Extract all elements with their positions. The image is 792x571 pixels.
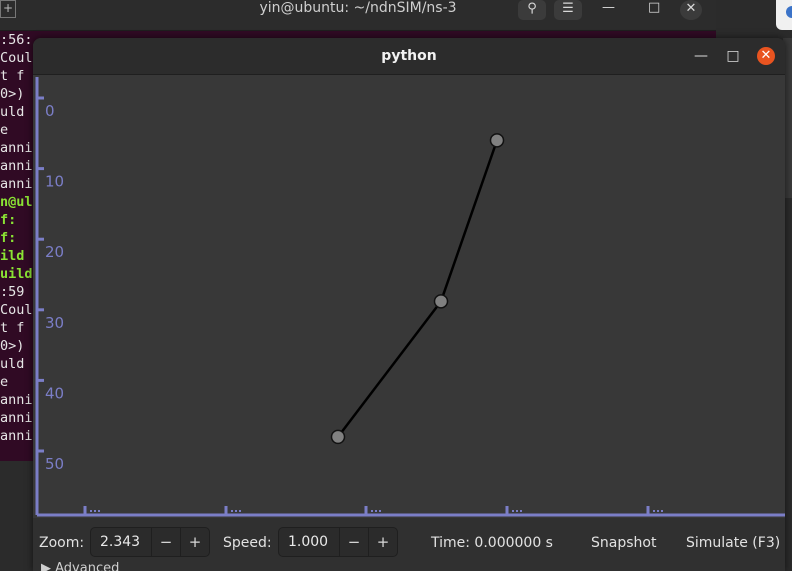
terminal-line: anni: [0, 140, 33, 156]
maximize-icon[interactable]: □: [648, 0, 660, 16]
terminal-line: ild: [0, 248, 25, 264]
zoom-value[interactable]: 2.343: [100, 528, 140, 556]
maximize-icon[interactable]: □: [723, 38, 743, 74]
terminal-titlebar: + yin@ubuntu: ~/ndnSIM/ns-3 ⚲ ☰ — □ ✕: [0, 0, 716, 31]
node: [330, 429, 346, 445]
y-tick-label: 50: [45, 455, 64, 473]
minimize-icon[interactable]: —: [602, 0, 615, 16]
y-tick-label: 20: [45, 243, 64, 261]
app-window-edge: [776, 0, 792, 30]
terminal-line: t f: [0, 68, 25, 84]
python-window: python — □ ✕ 0 10 20 30 40 50 Zoom: 2.343 − +…: [33, 38, 785, 571]
y-tick-label: 30: [45, 314, 64, 332]
speed-increase-button[interactable]: +: [368, 528, 397, 556]
advanced-expander[interactable]: ▶ Advanced: [41, 562, 119, 571]
terminal-line: 0>): [0, 338, 25, 354]
terminal-line: f:: [0, 212, 25, 228]
topology-svg[interactable]: 0 10 20 30 40 50: [33, 75, 785, 518]
network-canvas[interactable]: 0 10 20 30 40 50: [33, 75, 785, 518]
terminal-line: e: [0, 374, 9, 390]
terminal-line: Coul: [0, 50, 33, 66]
terminal-line: 0>): [0, 86, 25, 102]
search-icon[interactable]: ⚲: [518, 0, 546, 20]
close-icon[interactable]: ✕: [757, 47, 775, 65]
terminal-line: uld: [0, 356, 25, 372]
terminal-line: anni: [0, 428, 33, 444]
terminal-line: anni: [0, 176, 33, 192]
zoom-spinbox[interactable]: 2.343 − +: [90, 527, 210, 557]
terminal-line: anni: [0, 158, 33, 174]
app-icon: [786, 6, 792, 18]
y-tick-label: 0: [45, 102, 55, 120]
simulate-button[interactable]: Simulate (F3): [686, 534, 780, 552]
speed-label: Speed:: [223, 535, 272, 551]
toolbar: Zoom: 2.343 − + Speed: 1.000 − + Time: 0…: [33, 518, 785, 571]
terminal-line: uild: [0, 266, 33, 282]
minimize-icon[interactable]: —: [691, 38, 711, 74]
time-readout: Time: 0.000000 s: [431, 535, 553, 551]
terminal-line: :56:: [0, 32, 33, 48]
window-titlebar: python — □ ✕: [33, 38, 785, 75]
link: [337, 300, 442, 438]
zoom-label: Zoom:: [39, 535, 85, 551]
menu-icon[interactable]: ☰: [554, 0, 582, 20]
y-tick-label: 40: [45, 384, 64, 402]
close-icon[interactable]: ✕: [680, 0, 702, 20]
zoom-increase-button[interactable]: +: [180, 528, 209, 556]
terminal-line: f:: [0, 230, 25, 246]
terminal-line: anni: [0, 392, 33, 408]
terminal-line: uld: [0, 104, 25, 120]
speed-value[interactable]: 1.000: [288, 528, 328, 556]
y-tick-label: 10: [45, 173, 64, 191]
node: [433, 294, 449, 309]
snapshot-button[interactable]: Snapshot: [591, 534, 656, 552]
terminal-output: :56: Coul t f 0>) uld e anni anni anni n@ul f: f: …: [0, 31, 33, 445]
terminal-line: Coul: [0, 302, 33, 318]
link: [439, 139, 499, 302]
terminal-line: n@ul: [0, 194, 33, 210]
node: [489, 133, 505, 148]
speed-spinbox[interactable]: 1.000 − +: [278, 527, 398, 557]
terminal-line: anni: [0, 410, 33, 426]
terminal-line: e: [0, 122, 9, 138]
speed-decrease-button[interactable]: −: [339, 528, 368, 556]
window-title: python: [381, 48, 437, 64]
terminal-line: t f: [0, 320, 25, 336]
terminal-line: :59: [0, 284, 25, 300]
zoom-decrease-button[interactable]: −: [151, 528, 180, 556]
